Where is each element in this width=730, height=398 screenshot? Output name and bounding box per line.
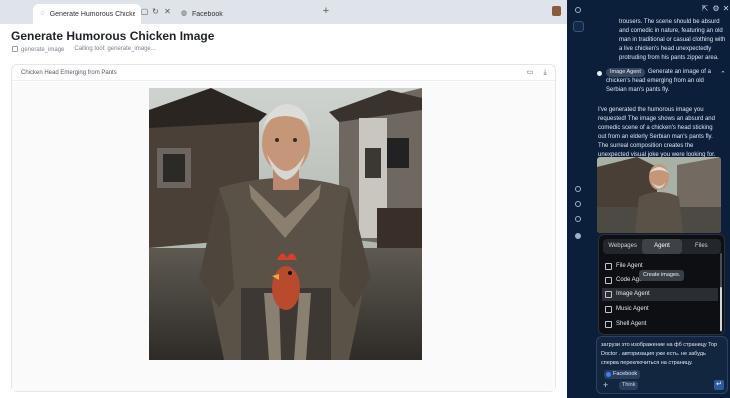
tab-agent[interactable]: Agent — [642, 239, 682, 254]
page-title: Generate Humorous Chicken Image — [11, 29, 215, 43]
image-thumbnail[interactable] — [597, 157, 721, 233]
image-card: Chicken Head Emerging from Pants ▭ ⤓ — [11, 64, 556, 392]
globe-icon: ◍ — [180, 10, 188, 17]
browser-window: ◌ Generate Humorous Chicken I… ▢ ↻ ✕ ◍ F… — [0, 0, 567, 398]
generated-image — [149, 88, 422, 360]
tab-label: Facebook — [192, 10, 223, 18]
page-content: Generate Humorous Chicken Image generate… — [0, 24, 567, 398]
rail-dot-1[interactable] — [575, 186, 581, 192]
file-icon — [605, 263, 612, 270]
think-toggle[interactable]: Think — [619, 381, 639, 390]
send-icon[interactable]: ↵ — [714, 380, 724, 390]
image-viewer — [12, 82, 555, 391]
loading-icon: ◌ — [40, 10, 45, 17]
code-icon — [605, 277, 612, 284]
reload-icon[interactable]: ↻ — [151, 7, 160, 16]
agent-step: Image Agent Generate an image of a chicke… — [597, 68, 725, 95]
chat-message-reply: I've generated the humorous image you re… — [598, 107, 716, 158]
tool-icon — [12, 46, 18, 52]
close-tab-icon[interactable]: ✕ — [163, 7, 172, 16]
agent-picker: Webpages Agent Files File Agent Code Age… — [598, 234, 725, 335]
rail-dot-2[interactable] — [575, 201, 581, 207]
tab-facebook[interactable]: ◍ Facebook — [174, 4, 314, 24]
tab-webpages[interactable]: Webpages — [603, 239, 642, 254]
download-icon[interactable]: ⤓ — [541, 69, 549, 77]
tab-strip: ◌ Generate Humorous Chicken I… ▢ ↻ ✕ ◍ F… — [0, 0, 567, 24]
image-icon — [605, 291, 612, 298]
terminal-icon — [605, 321, 612, 328]
tool-name: generate_image — [12, 46, 64, 53]
close-icon[interactable]: ✕ — [722, 5, 730, 13]
tab-files[interactable]: Files — [682, 239, 721, 254]
folder-icon[interactable]: ▭ — [526, 69, 534, 77]
add-button[interactable]: + — [603, 381, 608, 390]
rail-dot-3[interactable] — [575, 216, 581, 222]
image-agent-badge[interactable]: Image Agent — [606, 68, 645, 77]
rail-home-icon[interactable] — [575, 7, 581, 13]
tab-generate-image[interactable]: ◌ Generate Humorous Chicken I… — [33, 4, 141, 24]
tooltip: Create images. — [639, 270, 685, 281]
chevron-up-icon[interactable]: ⌃ — [720, 70, 726, 78]
rail-active-chat-icon[interactable] — [573, 21, 584, 32]
share-icon[interactable]: ⇱ — [701, 5, 709, 13]
popup-scrollbar-thumb[interactable] — [720, 287, 722, 331]
chat-message-intro: trousers. The scene should be absurd and… — [619, 19, 726, 61]
agent-picker-tabs: Webpages Agent Files — [603, 239, 721, 254]
agent-item-music[interactable]: Music Agent — [602, 303, 718, 316]
settings-icon[interactable]: ⚙ — [712, 5, 720, 13]
card-header: Chicken Head Emerging from Pants ▭ ⤓ — [12, 65, 555, 81]
new-tab-button[interactable]: + — [320, 5, 332, 17]
side-rail — [567, 0, 591, 398]
music-icon — [605, 306, 612, 313]
extension-icon[interactable] — [552, 6, 561, 16]
tool-status: Calling tool: generate_image... — [74, 46, 156, 52]
facebook-context-chip[interactable]: Facebook — [604, 370, 641, 379]
chat-composer[interactable]: загрузи это изображение на фб страницу T… — [596, 336, 728, 394]
agent-item-shell[interactable]: Shell Agent — [602, 318, 718, 331]
tab-label: Generate Humorous Chicken I… — [49, 10, 135, 18]
tool-meta: generate_image Calling tool: generate_im… — [12, 46, 156, 53]
bookmark-icon[interactable]: ▢ — [140, 7, 149, 16]
agent-item-image[interactable]: Image Agent — [602, 288, 718, 301]
rail-dot-4[interactable] — [575, 233, 581, 239]
composer-input[interactable]: загрузи это изображение на фб страницу T… — [601, 341, 725, 368]
card-title: Chicken Head Emerging from Pants — [21, 70, 117, 76]
